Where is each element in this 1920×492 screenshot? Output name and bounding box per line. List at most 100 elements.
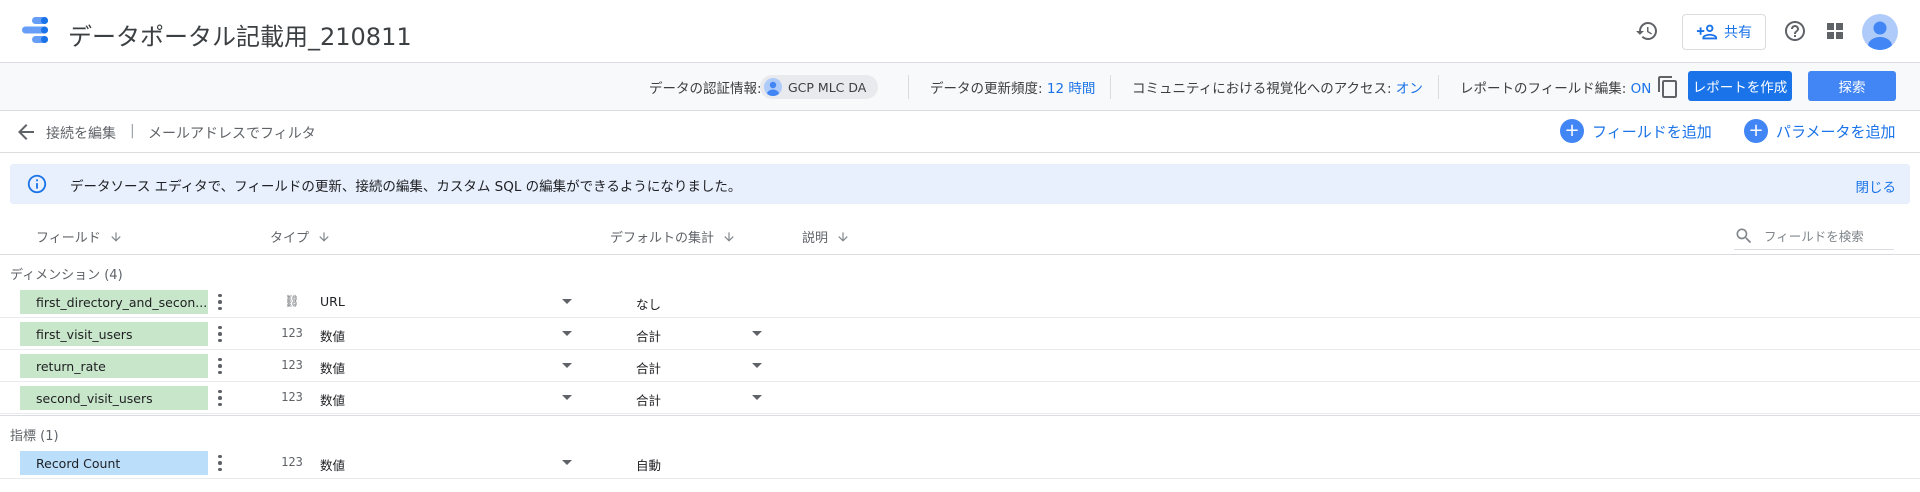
aggregation-dropdown-arrow-icon[interactable] [752, 395, 762, 400]
field-name-chip[interactable]: first_directory_and_secon... [20, 290, 208, 314]
divider [908, 75, 909, 99]
number-type-icon: 123 [281, 390, 303, 404]
edit-connection-link[interactable]: 接続を編集 [46, 123, 116, 143]
field-name-chip[interactable]: first_visit_users [20, 322, 208, 346]
app-bar: データポータル記載用_210811 共有 [0, 0, 1920, 63]
field-row[interactable]: Record Count 123 数値 自動 [0, 447, 1920, 479]
freshness-setting: データの更新頻度: 12 時間 [930, 77, 1095, 97]
column-header-label: タイプ [270, 231, 310, 246]
data-source-info-bar: データの認証情報: GCP MLC DA データの更新頻度: 12 時間 コミュ… [0, 63, 1920, 111]
search-placeholder: フィールドを検索 [1764, 229, 1864, 244]
apps-grid-icon[interactable] [1818, 14, 1852, 48]
type-dropdown-arrow-icon[interactable] [562, 331, 572, 336]
field-row[interactable]: first_visit_users 123 数値 合計 [0, 318, 1920, 350]
credentials-avatar-icon [764, 78, 782, 96]
aggregation-dropdown-arrow-icon[interactable] [752, 363, 762, 368]
type-dropdown-arrow-icon[interactable] [562, 363, 572, 368]
field-edit-label: レポートのフィールド編集: [1460, 81, 1627, 97]
field-name: second_visit_users [36, 390, 153, 406]
credentials-chip[interactable]: GCP MLC DA [760, 75, 879, 99]
account-avatar[interactable] [1862, 14, 1898, 50]
aggregation-select[interactable]: 合計 [636, 390, 661, 409]
field-type-select[interactable]: 数値 [320, 358, 345, 377]
more-vert-icon[interactable] [216, 356, 224, 376]
person-add-icon [1696, 24, 1718, 40]
column-header-description[interactable]: 説明 [802, 227, 850, 246]
community-access-link[interactable]: オン [1396, 81, 1423, 97]
field-edit-link[interactable]: ON [1631, 81, 1652, 97]
more-vert-icon[interactable] [216, 324, 224, 344]
banner-message: データソース エディタで、フィールドの更新、接続の編集、カスタム SQL の編集… [70, 179, 742, 195]
toolbar-separator: | [130, 123, 135, 139]
type-dropdown-arrow-icon[interactable] [562, 299, 572, 304]
column-header-row: フィールド タイプ デフォルトの集計 説明 フィールドを検索 [0, 218, 1920, 255]
more-vert-icon[interactable] [216, 292, 224, 312]
help-icon[interactable] [1778, 14, 1812, 48]
column-header-field[interactable]: フィールド [36, 227, 123, 246]
divider [1438, 75, 1439, 99]
sort-arrow-icon [111, 231, 121, 242]
info-icon [27, 174, 47, 194]
sort-arrow-icon [319, 231, 329, 242]
field-type-select[interactable]: 数値 [320, 455, 345, 474]
number-type-icon: 123 [281, 326, 303, 340]
field-type-select[interactable]: URL [320, 294, 345, 309]
sort-arrow-icon [724, 231, 734, 242]
aggregation-select[interactable]: 合計 [636, 358, 661, 377]
column-header-default-aggregation[interactable]: デフォルトの集計 [610, 227, 736, 246]
aggregation-select[interactable]: 自動 [636, 455, 661, 474]
add-field-label: フィールドを追加 [1592, 122, 1712, 141]
group-divider [0, 415, 1920, 416]
banner-close-link[interactable]: 閉じる [1856, 176, 1897, 196]
field-name-chip[interactable]: Record Count [20, 451, 208, 475]
field-row[interactable]: return_rate 123 数値 合計 [0, 350, 1920, 382]
type-dropdown-arrow-icon[interactable] [562, 460, 572, 465]
data-studio-logo-icon[interactable] [22, 15, 56, 45]
number-type-icon: 123 [281, 455, 303, 469]
sort-arrow-icon [838, 231, 848, 242]
add-field-button[interactable]: + フィールドを追加 [1560, 119, 1712, 143]
column-header-label: 説明 [802, 231, 829, 246]
metrics-group-label: 指標 (1) [10, 429, 59, 444]
column-header-type[interactable]: タイプ [270, 227, 331, 246]
share-button[interactable]: 共有 [1682, 14, 1766, 50]
add-parameter-button[interactable]: + パラメータを追加 [1744, 119, 1896, 143]
add-circle-icon: + [1744, 119, 1768, 143]
freshness-label: データの更新頻度: [930, 81, 1043, 97]
column-header-label: フィールド [36, 231, 101, 246]
freshness-link[interactable]: 12 時間 [1047, 81, 1095, 97]
column-header-label: デフォルトの集計 [610, 231, 715, 246]
field-edit-setting: レポートのフィールド編集: ON [1460, 77, 1651, 97]
credentials-label: データの認証情報: [649, 81, 762, 97]
search-icon [1736, 228, 1752, 243]
field-name: Record Count [36, 455, 121, 471]
filter-by-email-link[interactable]: メールアドレスでフィルタ [148, 123, 316, 143]
community-access-setting: コミュニティにおける視覚化へのアクセス: オン [1132, 77, 1423, 97]
field-type-select[interactable]: 数値 [320, 390, 345, 409]
aggregation-select[interactable]: なし [636, 294, 661, 313]
create-report-button[interactable]: レポートを作成 [1688, 71, 1792, 101]
field-name-chip[interactable]: return_rate [20, 354, 208, 378]
link-icon: ⛓ [284, 294, 300, 308]
field-name: return_rate [36, 358, 106, 374]
field-row[interactable]: first_directory_and_secon... ⛓ URL なし [0, 286, 1920, 318]
explore-button[interactable]: 探索 [1808, 71, 1896, 101]
type-dropdown-arrow-icon[interactable] [562, 395, 572, 400]
field-name-chip[interactable]: second_visit_users [20, 386, 208, 410]
share-label: 共有 [1724, 25, 1752, 41]
community-access-label: コミュニティにおける視覚化へのアクセス: [1132, 81, 1392, 97]
field-type-select[interactable]: 数値 [320, 326, 345, 345]
report-title[interactable]: データポータル記載用_210811 [68, 17, 412, 52]
history-icon[interactable] [1630, 14, 1664, 48]
credentials-value: GCP MLC DA [788, 79, 867, 95]
more-vert-icon[interactable] [216, 453, 224, 473]
back-arrow-icon[interactable] [14, 120, 38, 144]
dimensions-group-label: ディメンション (4) [10, 268, 123, 283]
aggregation-dropdown-arrow-icon[interactable] [752, 331, 762, 336]
field-search-input[interactable]: フィールドを検索 [1734, 222, 1894, 250]
copy-icon[interactable] [1656, 75, 1680, 99]
field-row[interactable]: second_visit_users 123 数値 合計 [0, 382, 1920, 414]
field-name: first_directory_and_secon... [36, 294, 208, 310]
more-vert-icon[interactable] [216, 388, 224, 408]
aggregation-select[interactable]: 合計 [636, 326, 661, 345]
